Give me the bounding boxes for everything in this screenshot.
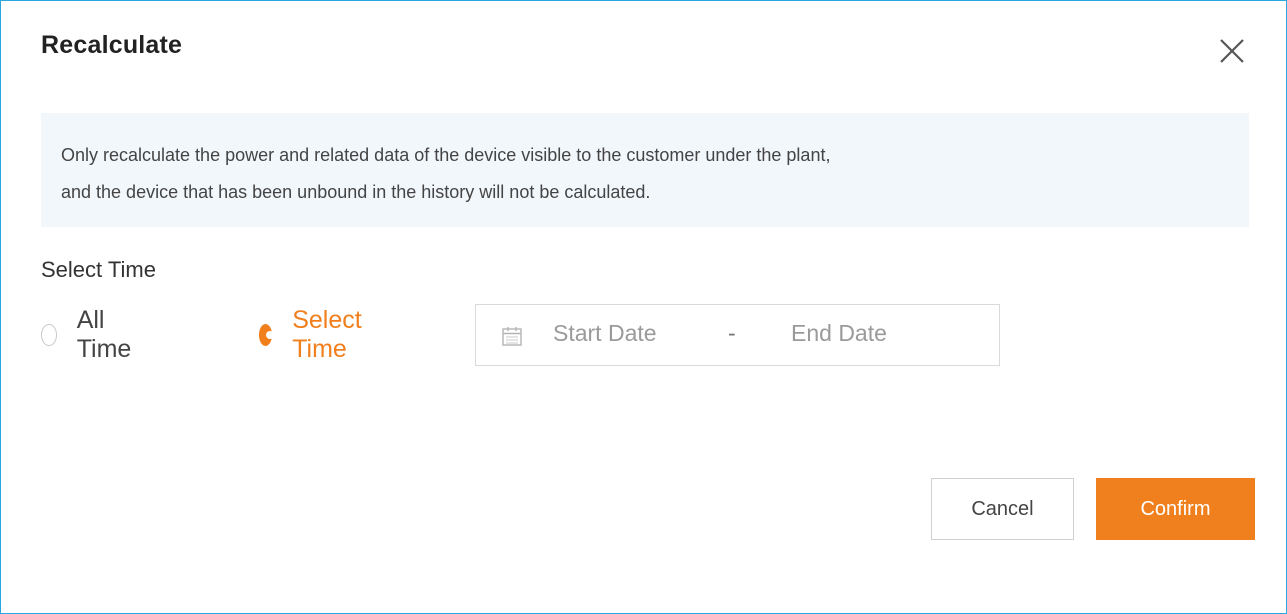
confirm-button[interactable]: Confirm — [1096, 478, 1255, 540]
info-notice: Only recalculate the power and related d… — [41, 113, 1249, 227]
recalculate-dialog: Recalculate Only recalculate the power a… — [0, 0, 1287, 614]
radio-checked-icon — [259, 324, 275, 346]
notice-line-1: Only recalculate the power and related d… — [61, 145, 831, 165]
start-date-input[interactable]: Start Date — [553, 320, 657, 347]
radio-unchecked-icon — [41, 324, 57, 346]
dialog-title: Recalculate — [41, 31, 183, 59]
radio-select-time[interactable]: Select Time — [259, 304, 370, 366]
end-date-input[interactable]: End Date — [791, 320, 887, 347]
select-time-label: Select Time — [41, 257, 156, 282]
notice-line-2: and the device that has been unbound in … — [61, 182, 651, 202]
date-range-separator: - — [728, 320, 736, 346]
date-range-picker[interactable]: Start Date - End Date — [475, 304, 1000, 366]
calendar-icon — [501, 325, 523, 347]
radio-select-time-label: Select Time — [292, 306, 362, 363]
radio-all-time[interactable]: All Time — [41, 304, 138, 366]
radio-all-time-label: All Time — [76, 306, 132, 363]
cancel-button[interactable]: Cancel — [931, 478, 1074, 540]
close-icon[interactable] — [1214, 33, 1250, 69]
